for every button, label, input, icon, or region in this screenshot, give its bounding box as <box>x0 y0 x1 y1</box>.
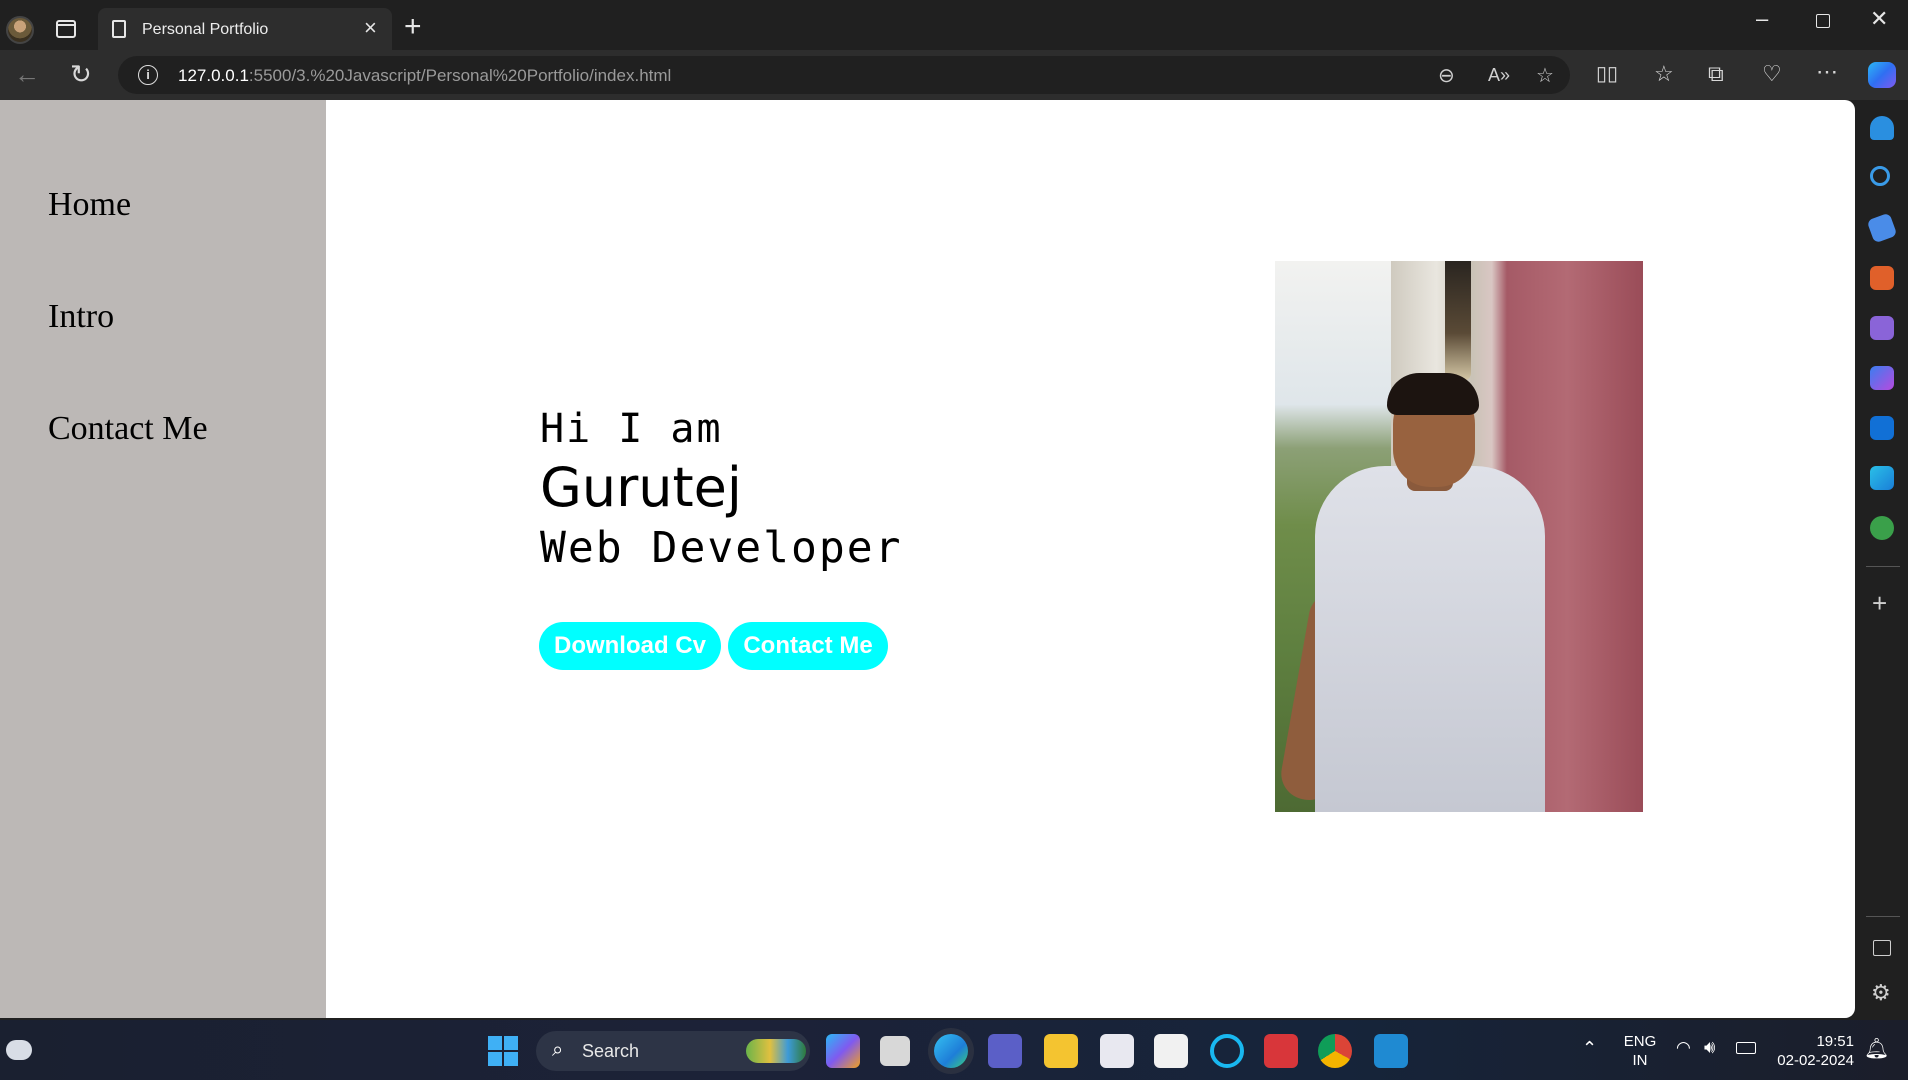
show-hidden-icons-chevron-icon[interactable]: ⌃ <box>1582 1038 1597 1059</box>
vscode-icon[interactable] <box>1374 1034 1408 1068</box>
new-tab-icon[interactable]: + <box>404 12 422 42</box>
wifi-icon[interactable]: ◠ <box>1676 1038 1691 1058</box>
hero-greeting: Hi I am <box>540 406 723 452</box>
page-viewport: Home Intro Contact Me Hi I am Gurutej We… <box>0 100 1855 1018</box>
shopping-tag-icon[interactable] <box>1866 212 1898 244</box>
edge-sidebar: + ⚙ <box>1856 100 1908 1020</box>
tab-actions-icon[interactable] <box>56 20 76 38</box>
collections-icon[interactable]: ⧉ <box>1708 62 1724 86</box>
copilot-icon[interactable] <box>1868 62 1896 88</box>
close-window-icon[interactable]: ✕ <box>1870 6 1888 32</box>
hero-name: Gurutej <box>540 456 742 519</box>
sidebar-nav: Home Intro Contact Me <box>0 100 326 1018</box>
notifications-icon[interactable] <box>1870 116 1894 140</box>
drop-send-icon[interactable] <box>1870 466 1894 490</box>
contact-me-button[interactable]: Contact Me <box>728 622 888 670</box>
url-host: 127.0.0.1 <box>178 66 249 85</box>
tab-title: Personal Portfolio <box>142 21 269 38</box>
windows-taskbar: ⌕ Search ⌃ ENG IN ◠ 🔊︎ 19:51 02-02-2024 … <box>0 1020 1908 1080</box>
search-icon[interactable] <box>1870 166 1890 186</box>
clock-date: 02-02-2024 <box>1777 1052 1854 1069</box>
back-arrow-icon[interactable]: ← <box>14 61 40 87</box>
address-bar[interactable]: i 127.0.0.1:5500/3.%20Javascript/Persona… <box>118 56 1570 94</box>
file-explorer-icon[interactable] <box>1044 1034 1078 1068</box>
taskbar-search-label: Search <box>582 1041 640 1061</box>
language-region: IN <box>1632 1052 1648 1069</box>
maximize-icon[interactable] <box>1816 14 1830 28</box>
clock[interactable]: 19:51 02-02-2024 <box>1770 1032 1854 1070</box>
read-aloud-icon[interactable]: A» <box>1488 65 1510 86</box>
copilot-taskbar-icon[interactable] <box>826 1034 860 1068</box>
profile-avatar[interactable] <box>6 16 34 44</box>
reload-icon[interactable]: ↻ <box>70 61 92 87</box>
teams-icon[interactable] <box>988 1034 1022 1068</box>
nav-link-home[interactable]: Home <box>48 186 131 224</box>
battery-icon[interactable] <box>1736 1042 1756 1054</box>
games-icon[interactable] <box>1870 316 1894 340</box>
edge-taskbar-icon[interactable] <box>934 1034 968 1068</box>
browser-essentials-icon[interactable]: ♡ <box>1762 62 1782 86</box>
browser-tab[interactable]: Personal Portfolio × <box>98 8 392 50</box>
start-windows-icon[interactable] <box>488 1036 518 1066</box>
add-to-sidebar-icon[interactable]: + <box>1872 588 1887 619</box>
sidebar-divider <box>1866 566 1900 567</box>
minimize-icon[interactable]: – <box>1756 6 1768 32</box>
language-indicator[interactable]: ENG IN <box>1620 1032 1660 1070</box>
browser-toolbar: ← ↻ i 127.0.0.1:5500/3.%20Javascript/Per… <box>0 50 1908 100</box>
nav-link-intro[interactable]: Intro <box>48 298 114 336</box>
chrome-icon[interactable] <box>1318 1034 1352 1068</box>
tree-icon[interactable] <box>1870 516 1894 540</box>
clock-time: 19:51 <box>1816 1033 1854 1050</box>
favorites-icon[interactable]: ☆ <box>1654 62 1674 86</box>
close-tab-icon[interactable]: × <box>364 17 377 39</box>
app-red-icon[interactable] <box>1264 1034 1298 1068</box>
url-path: :5500/3.%20Javascript/Personal%20Portfol… <box>248 66 672 85</box>
weather-icon[interactable] <box>6 1040 32 1060</box>
hero-intro: Hi I am Gurutej Web Developer <box>540 406 903 573</box>
language-code: ENG <box>1623 1033 1657 1050</box>
download-cv-button[interactable]: Download Cv <box>539 622 721 670</box>
url-text[interactable]: 127.0.0.1:5500/3.%20Javascript/Personal%… <box>178 66 671 86</box>
documents-icon[interactable] <box>1100 1034 1134 1068</box>
microsoft-store-icon[interactable] <box>1154 1034 1188 1068</box>
split-screen-icon[interactable]: ▯▯ <box>1596 62 1618 86</box>
search-highlight-art <box>746 1039 806 1063</box>
site-info-icon[interactable]: i <box>138 65 158 85</box>
hero-role: Web Developer <box>540 523 903 573</box>
settings-gear-icon[interactable]: ⚙ <box>1871 980 1891 1006</box>
taskbar-search[interactable]: ⌕ Search <box>536 1031 810 1071</box>
page-document-icon <box>112 20 126 38</box>
alexa-icon[interactable] <box>1210 1034 1244 1068</box>
search-icon: ⌕ <box>552 1039 564 1061</box>
hide-sidebar-icon[interactable] <box>1873 940 1891 956</box>
more-options-icon[interactable]: ⋯ <box>1816 60 1838 84</box>
microsoft-365-icon[interactable] <box>1870 366 1894 390</box>
favorite-star-icon[interactable]: ☆ <box>1536 63 1554 88</box>
browser-titlebar: Personal Portfolio × + – ✕ <box>0 0 1908 50</box>
tools-briefcase-icon[interactable] <box>1870 266 1894 290</box>
notification-bell-icon[interactable]: 🔔︎ <box>1864 1036 1889 1061</box>
volume-icon[interactable]: 🔊︎ <box>1704 1037 1715 1058</box>
task-view-icon[interactable] <box>880 1036 910 1066</box>
sidebar-divider <box>1866 916 1900 917</box>
profile-photo <box>1275 261 1643 812</box>
nav-link-contact-me[interactable]: Contact Me <box>48 410 208 448</box>
outlook-icon[interactable] <box>1870 416 1894 440</box>
zoom-out-icon[interactable]: ⊖ <box>1438 63 1455 88</box>
